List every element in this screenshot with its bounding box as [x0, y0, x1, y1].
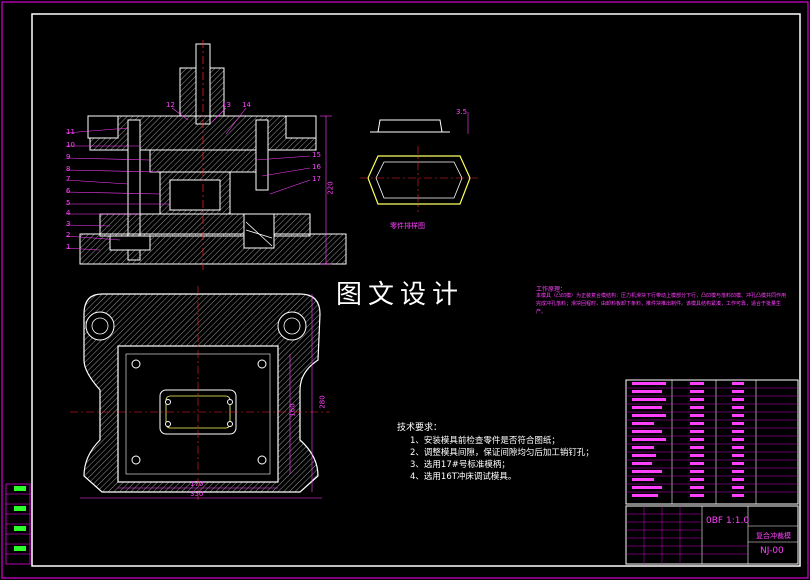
dim-section-height: 220: [326, 181, 335, 195]
blank-view: [360, 112, 478, 212]
part-label: 6: [66, 187, 71, 195]
section-view: [65, 40, 347, 270]
part-label: 3: [66, 220, 71, 228]
dim-blank: 3.5: [456, 108, 468, 116]
part-label: 11: [66, 128, 75, 136]
part-label: 17: [312, 175, 321, 183]
left-margin-strip: [5, 483, 31, 565]
tech-req-item-4: 4、选用16T冲床调试模具。: [410, 472, 517, 482]
title-block-drawing-name: 复合冲裁模: [756, 532, 791, 540]
dim-plan-inner: 170: [190, 480, 204, 488]
parts-list: [625, 379, 799, 505]
part-label: 10: [66, 141, 75, 149]
part-label: 14: [242, 101, 251, 109]
part-label: 8: [66, 165, 71, 173]
blank-figure-caption: 零件排样图: [390, 222, 425, 230]
part-label: 16: [312, 163, 321, 171]
working-principle-body: 本模具（凸凹模）为正装复合模结构：压力机滑块下行带动上模部分下行，凸凹模与落料凹…: [536, 293, 787, 315]
sheet-center-title: 图文设计: [336, 280, 465, 310]
title-block-ratio: 1:1.0: [726, 516, 750, 526]
dim-plan-width: 350: [190, 490, 204, 498]
technical-requirements-title: 技术要求：: [397, 423, 443, 433]
part-label: 1: [66, 243, 71, 251]
part-label: 13: [222, 101, 231, 109]
title-block-drawing-number: NJ-00: [760, 546, 784, 556]
part-label: 5: [66, 199, 71, 207]
dim-plan-inner-height: 160: [288, 403, 297, 417]
dim-plan-height: 280: [318, 395, 327, 409]
tech-req-item-2: 2、调整模具间隙，保证间隙均匀后加工销钉孔；: [410, 448, 594, 458]
plan-view: [70, 286, 330, 500]
part-label: 7: [66, 175, 71, 183]
part-label: 12: [166, 101, 175, 109]
part-label: 9: [66, 153, 71, 161]
part-label: 15: [312, 151, 321, 159]
tech-req-item-1: 1、安装模具前检查零件是否符合图纸；: [410, 436, 560, 446]
title-block-scale: 0BF: [706, 516, 724, 526]
part-label: 4: [66, 209, 71, 217]
part-label: 2: [66, 231, 71, 239]
tech-req-item-3: 3、选用17#号标准模柄；: [410, 460, 510, 470]
